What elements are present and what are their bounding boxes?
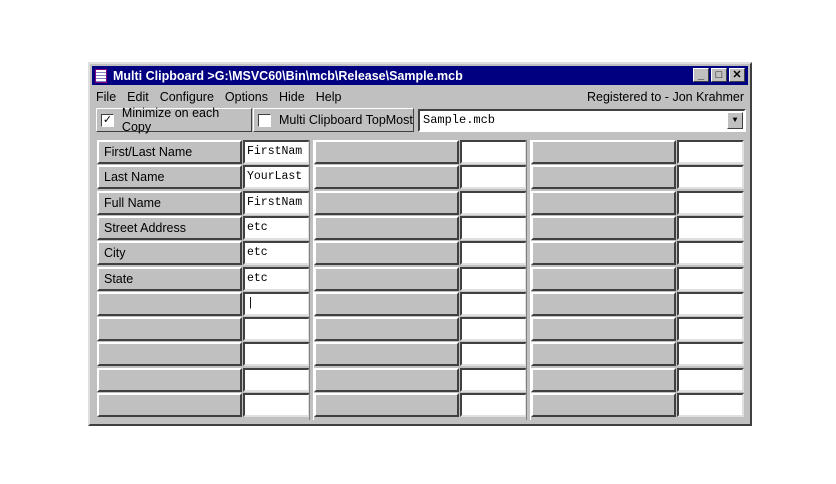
clip-label-button[interactable] — [531, 140, 676, 164]
clip-label-button[interactable] — [531, 291, 676, 316]
menu-options[interactable]: Options — [225, 90, 268, 104]
minimize-on-copy-checkbox[interactable]: ✓ Minimize on each Copy — [96, 106, 252, 134]
clip-label-button[interactable] — [314, 393, 459, 417]
clip-label-button[interactable] — [314, 342, 459, 367]
main-window: Multi Clipboard >G:\MSVC60\Bin\mcb\Relea… — [88, 62, 752, 426]
clip-label-button[interactable] — [531, 367, 676, 392]
clip-value-input[interactable] — [677, 266, 744, 291]
clip-value-input[interactable] — [677, 342, 744, 367]
clip-label-button[interactable] — [531, 241, 676, 266]
clip-label-button[interactable]: First/Last Name — [97, 140, 242, 164]
clip-value-input[interactable] — [677, 317, 744, 342]
clip-value-input[interactable] — [677, 367, 744, 392]
clip-value-input[interactable] — [460, 241, 527, 266]
app-icon — [95, 68, 107, 83]
window-title: Multi Clipboard >G:\MSVC60\Bin\mcb\Relea… — [113, 68, 463, 83]
clip-label-button[interactable] — [314, 317, 459, 342]
clip-value-input[interactable] — [243, 393, 310, 417]
clip-value-input[interactable] — [677, 215, 744, 240]
column-divider — [309, 140, 314, 420]
menu-bar: File Edit Configure Options Hide Help Re… — [96, 88, 744, 106]
clip-label-button[interactable]: Last Name — [97, 165, 242, 190]
clip-label-button[interactable] — [531, 266, 676, 291]
clip-label-button[interactable] — [97, 367, 242, 392]
clip-value-input[interactable] — [460, 291, 527, 316]
clip-value-input[interactable] — [460, 367, 527, 392]
clip-value-input[interactable] — [243, 317, 310, 342]
clip-label-button[interactable] — [314, 241, 459, 266]
file-value: Sample.mcb — [423, 113, 496, 127]
clip-label-button[interactable] — [314, 165, 459, 190]
checkbox-checked-icon: ✓ — [101, 113, 114, 127]
minimize-label: Minimize on each Copy — [121, 106, 220, 134]
checkbox-unchecked-icon — [258, 113, 271, 127]
clip-label-button[interactable] — [314, 215, 459, 240]
clip-label-button[interactable] — [97, 317, 242, 342]
clip-label-button[interactable]: Street Address — [97, 215, 242, 240]
clip-label-button[interactable] — [97, 342, 242, 367]
clip-value-input[interactable] — [677, 140, 744, 164]
clip-label-button[interactable] — [97, 393, 242, 417]
file-combobox[interactable]: Sample.mcb ▼ — [418, 109, 746, 132]
clip-value-input[interactable] — [677, 241, 744, 266]
registered-text: Registered to - Jon Krahmer — [586, 90, 744, 104]
clip-label-button[interactable] — [531, 190, 676, 215]
clip-label-button[interactable]: City — [97, 241, 242, 266]
clip-value-input[interactable] — [677, 190, 744, 215]
clip-label-button[interactable] — [531, 342, 676, 367]
menu-help[interactable]: Help — [316, 90, 342, 104]
menu-configure[interactable]: Configure — [160, 90, 214, 104]
menu-edit[interactable]: Edit — [127, 90, 149, 104]
title-bar[interactable]: Multi Clipboard >G:\MSVC60\Bin\mcb\Relea… — [92, 66, 748, 85]
clip-label-button[interactable] — [314, 291, 459, 316]
clip-label-button[interactable]: Full Name — [97, 190, 242, 215]
column-divider — [526, 140, 531, 420]
clip-value-input[interactable] — [460, 266, 527, 291]
clip-label-button[interactable] — [314, 190, 459, 215]
clip-value-input[interactable]: YourLast — [243, 165, 310, 190]
menu-hide[interactable]: Hide — [279, 90, 305, 104]
maximize-button[interactable]: □ — [711, 68, 727, 82]
clip-value-input[interactable] — [460, 165, 527, 190]
clip-label-button[interactable] — [97, 291, 242, 316]
clip-label-button[interactable]: State — [97, 266, 242, 291]
clip-value-input[interactable]: FirstNam — [243, 190, 310, 215]
clip-value-input[interactable] — [460, 190, 527, 215]
clip-value-input[interactable] — [243, 367, 310, 392]
clip-value-input[interactable] — [677, 393, 744, 417]
clip-value-input[interactable] — [677, 291, 744, 316]
clip-label-button[interactable] — [314, 367, 459, 392]
clip-value-input[interactable] — [460, 140, 527, 164]
clip-value-input[interactable]: etc — [243, 266, 310, 291]
clip-value-input[interactable] — [460, 215, 527, 240]
clip-value-input[interactable] — [677, 165, 744, 190]
clip-value-input[interactable] — [460, 393, 527, 417]
clip-label-button[interactable] — [314, 266, 459, 291]
clip-label-button[interactable] — [314, 140, 459, 164]
clip-value-input[interactable]: etc — [243, 215, 310, 240]
clip-value-input[interactable]: FirstNam — [243, 140, 310, 164]
clip-value-input[interactable]: etc — [243, 241, 310, 266]
clip-value-input[interactable]: | — [243, 291, 310, 316]
clip-value-input[interactable] — [460, 317, 527, 342]
clip-label-button[interactable] — [531, 165, 676, 190]
clip-label-button[interactable] — [531, 215, 676, 240]
menu-file[interactable]: File — [96, 90, 116, 104]
clip-value-input[interactable] — [243, 342, 310, 367]
close-button[interactable]: ✕ — [729, 68, 745, 82]
topmost-label: Multi Clipboard TopMost — [279, 113, 413, 127]
topmost-checkbox[interactable]: Multi Clipboard TopMost — [253, 108, 414, 132]
clip-label-button[interactable] — [531, 393, 676, 417]
clip-label-button[interactable] — [531, 317, 676, 342]
clip-value-input[interactable] — [460, 342, 527, 367]
minimize-button[interactable]: _ — [693, 68, 709, 82]
chevron-down-icon[interactable]: ▼ — [727, 112, 743, 129]
